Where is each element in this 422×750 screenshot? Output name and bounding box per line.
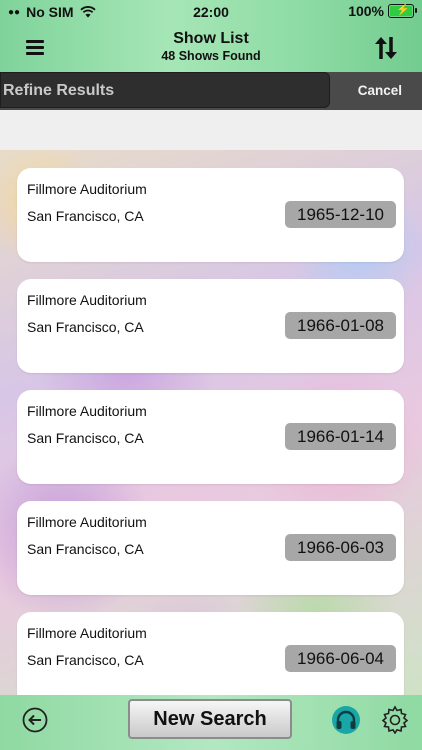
show-venue: Fillmore Auditorium xyxy=(27,403,147,419)
gear-icon[interactable] xyxy=(380,704,410,734)
show-card[interactable]: Fillmore Auditorium San Francisco, CA 19… xyxy=(17,501,404,595)
new-search-button[interactable]: New Search xyxy=(128,699,292,739)
battery-charging-icon: ⚡ xyxy=(388,4,417,18)
refine-bar: Refine Results Cancel xyxy=(0,72,422,110)
show-city: San Francisco, CA xyxy=(27,652,144,668)
show-card[interactable]: Fillmore Auditorium San Francisco, CA 19… xyxy=(17,279,404,373)
show-date-badge: 1966-01-14 xyxy=(285,423,396,450)
cancel-button[interactable]: Cancel xyxy=(358,72,402,110)
show-venue: Fillmore Auditorium xyxy=(27,292,147,308)
show-venue: Fillmore Auditorium xyxy=(27,181,147,197)
show-card[interactable]: Fillmore Auditorium San Francisco, CA 19… xyxy=(17,168,404,262)
separator-area xyxy=(0,110,422,150)
show-city: San Francisco, CA xyxy=(27,541,144,557)
shows-found-count: 48 Shows Found xyxy=(161,49,261,63)
header: ●● No SIM 22:00 100% ⚡ Show List 48 Show… xyxy=(0,0,422,72)
show-city: San Francisco, CA xyxy=(27,208,144,224)
show-city: San Francisco, CA xyxy=(27,319,144,335)
back-arrow-icon[interactable] xyxy=(22,707,48,733)
headphones-icon[interactable] xyxy=(331,705,361,735)
show-card[interactable]: Fillmore Auditorium San Francisco, CA 19… xyxy=(17,390,404,484)
show-card[interactable]: Fillmore Auditorium San Francisco, CA 19… xyxy=(17,612,404,695)
show-city: San Francisco, CA xyxy=(27,430,144,446)
show-venue: Fillmore Auditorium xyxy=(27,625,147,641)
show-date-badge: 1966-06-03 xyxy=(285,534,396,561)
show-date-badge: 1965-12-10 xyxy=(285,201,396,228)
footer-toolbar: New Search xyxy=(0,695,422,750)
show-list: Fillmore Auditorium San Francisco, CA 19… xyxy=(0,150,422,695)
battery-percent: 100% xyxy=(348,3,384,19)
show-venue: Fillmore Auditorium xyxy=(27,514,147,530)
sort-arrows-icon[interactable] xyxy=(372,34,400,62)
status-bar: ●● No SIM 22:00 100% ⚡ xyxy=(0,0,422,24)
show-date-badge: 1966-01-08 xyxy=(285,312,396,339)
title-block: Show List 48 Shows Found xyxy=(0,30,422,63)
refine-results-input[interactable]: Refine Results xyxy=(0,72,330,108)
page-title: Show List xyxy=(173,30,249,47)
show-date-badge: 1966-06-04 xyxy=(285,645,396,672)
